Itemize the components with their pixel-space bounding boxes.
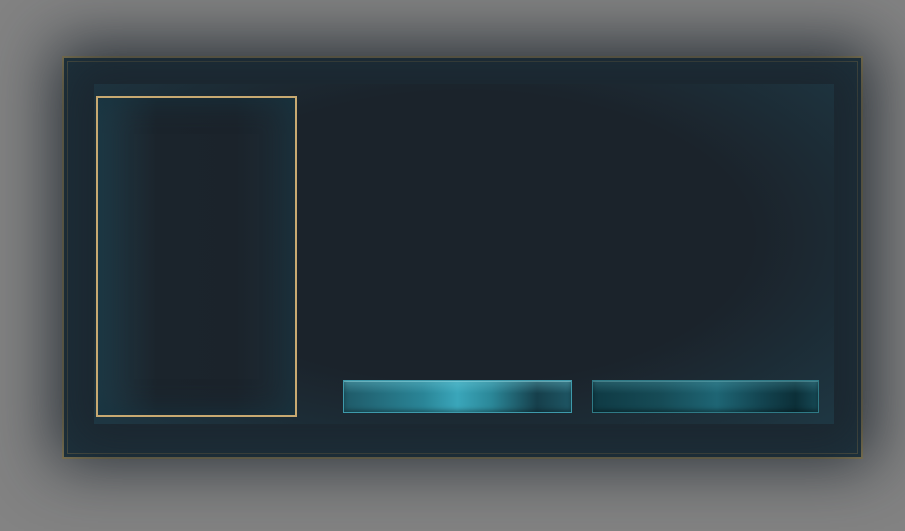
confirm-button-label [344,381,571,412]
cancel-button-label [593,381,818,412]
game-screen [0,0,905,531]
confirm-button[interactable] [343,380,572,413]
portrait-frame [96,96,297,417]
cancel-button[interactable] [592,380,819,413]
